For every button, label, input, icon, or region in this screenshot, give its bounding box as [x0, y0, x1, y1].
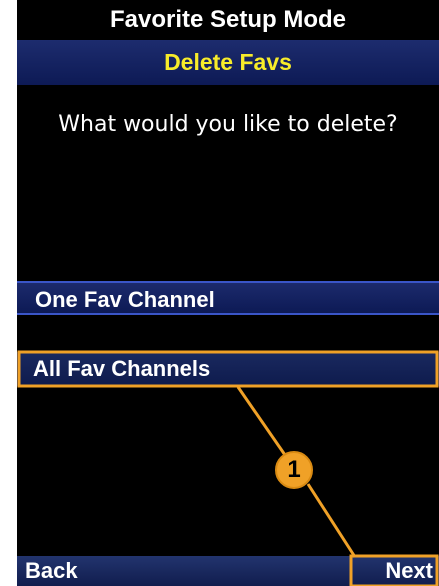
option-one-fav-channel-label: One Fav Channel: [35, 287, 215, 312]
softkey-bar: Back Next: [17, 556, 439, 586]
screen-title: Favorite Setup Mode: [17, 0, 439, 40]
screen-subtitle: Delete Favs: [17, 40, 439, 85]
option-all-fav-channels[interactable]: All Fav Channels: [17, 352, 439, 386]
back-softkey[interactable]: Back: [25, 556, 78, 586]
callout-badge-1: 1: [275, 451, 313, 489]
option-all-fav-channels-label: All Fav Channels: [33, 356, 211, 381]
option-one-fav-channel[interactable]: One Fav Channel: [17, 281, 439, 315]
device-screen: Favorite Setup Mode Delete Favs What wou…: [17, 0, 439, 586]
delete-prompt: What would you like to delete?: [58, 112, 398, 137]
next-softkey[interactable]: Next: [385, 556, 433, 586]
